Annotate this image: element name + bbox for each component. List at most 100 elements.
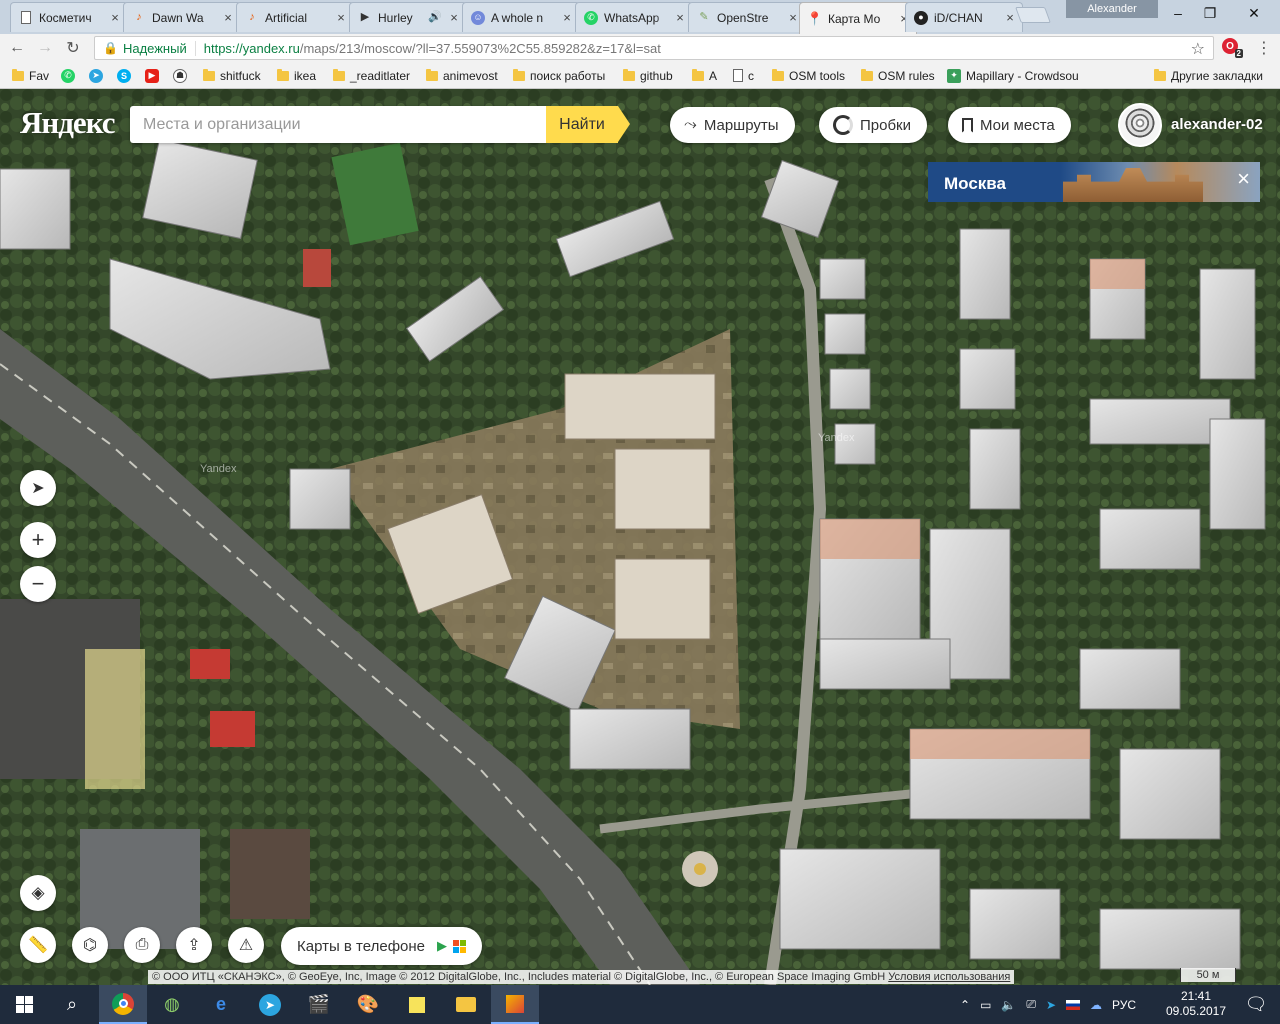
clock[interactable]: 21:41 09.05.2017 <box>1164 989 1228 1019</box>
close-window-button[interactable]: ✕ <box>1234 0 1274 26</box>
tab-1[interactable]: Косметич × <box>10 2 128 32</box>
bookmark-robot[interactable]: ☗ <box>173 67 187 84</box>
yandex-logo[interactable]: Яндекс <box>20 105 116 141</box>
city-card[interactable]: Москва × <box>928 162 1260 202</box>
taskbar-video-editor[interactable]: 🎬 <box>295 985 343 1024</box>
security-label[interactable]: Надежный <box>123 40 196 56</box>
panorama-button[interactable]: ⌬ <box>72 927 108 963</box>
geolocation-button[interactable]: ➤ <box>20 470 56 506</box>
profile-chip[interactable]: Alexander <box>1066 0 1158 18</box>
search-icon: ⌕ <box>66 994 78 1014</box>
user-avatar[interactable] <box>1118 103 1162 147</box>
bookmark-telegram[interactable]: ➤ <box>89 67 103 84</box>
close-icon[interactable]: × <box>787 11 799 24</box>
chevron-up-icon[interactable]: ⌃ <box>960 998 970 1012</box>
close-icon[interactable]: × <box>561 11 573 24</box>
bookmark-folder[interactable]: OSM rules <box>861 67 935 84</box>
terms-link[interactable]: Условия использования <box>888 971 1010 983</box>
close-icon[interactable]: × <box>335 11 347 24</box>
sticky-note-icon <box>409 996 425 1013</box>
taskbar-telegram[interactable]: ➤ <box>246 985 294 1024</box>
bookmark-folder[interactable]: OSM tools <box>772 67 845 84</box>
new-tab-button[interactable] <box>1015 7 1051 23</box>
tab-6[interactable]: ✆ WhatsApp × <box>575 2 693 32</box>
bookmark-skype[interactable]: S <box>117 67 131 84</box>
maximize-button[interactable]: ❐ <box>1190 0 1230 26</box>
print-button[interactable]: ⎙ <box>124 927 160 963</box>
search-taskbar-button[interactable]: ⌕ <box>48 985 96 1024</box>
flag-russia-icon[interactable] <box>1066 999 1081 1010</box>
action-center-button[interactable]: 🗨 <box>1232 985 1280 1024</box>
close-icon[interactable]: × <box>1004 11 1016 24</box>
bookmark-folder[interactable]: github <box>623 67 673 84</box>
tab-4[interactable]: ▶ Hurley 🔊 × <box>349 2 467 32</box>
close-icon[interactable]: × <box>109 11 121 24</box>
cloud-icon[interactable]: ☁ <box>1090 998 1102 1012</box>
bookmark-star-icon[interactable]: ☆ <box>1191 39 1205 59</box>
bookmark-label: c <box>748 68 754 83</box>
taskbar-explorer[interactable] <box>442 985 490 1024</box>
mobile-app-promo[interactable]: Карты в телефоне ▶ <box>281 927 482 965</box>
bookmark-page[interactable]: c <box>733 67 754 84</box>
tab-3[interactable]: ♪ Artificial × <box>236 2 354 32</box>
reload-icon[interactable]: ↻ <box>62 38 84 58</box>
address-bar[interactable]: 🔒 Надежный https://yandex.ru /maps/213/m… <box>94 36 1214 60</box>
menu-dots-icon[interactable]: ⋮ <box>1256 38 1272 58</box>
folder-icon <box>692 68 704 81</box>
search-button[interactable]: Найти <box>546 106 630 143</box>
close-icon[interactable]: × <box>674 11 686 24</box>
zoom-out-button[interactable]: − <box>20 566 56 602</box>
ruler-button[interactable]: 📏 <box>20 927 56 963</box>
username[interactable]: alexander-02 <box>1171 116 1263 133</box>
satellite-map[interactable]: Yandex Yandex Яндекс Найти ⤳ Маршруты Пр… <box>0 89 1280 985</box>
taskbar-notes[interactable] <box>393 985 441 1024</box>
extension-icon[interactable]: O2 <box>1222 38 1243 58</box>
other-bookmarks[interactable]: Другие закладки <box>1154 67 1263 84</box>
network-icon[interactable]: ⎚ <box>1026 997 1036 1012</box>
bookmark-folder[interactable]: ikea <box>277 67 316 84</box>
search-box[interactable] <box>130 106 546 143</box>
tab-8-active[interactable]: 📍 Карта Мо × <box>799 2 917 34</box>
tab-9[interactable]: ● iD/CHAN × <box>905 2 1023 32</box>
youtube-icon: ▶ <box>145 68 159 83</box>
bookmark-label: Другие закладки <box>1171 68 1263 83</box>
back-arrow-icon[interactable]: ← <box>6 38 28 58</box>
tab-7[interactable]: ✎ OpenStre × <box>688 2 806 32</box>
taskbar-paint[interactable]: 🎨 <box>344 985 392 1024</box>
share-button[interactable]: ⇪ <box>176 927 212 963</box>
taskbar-app[interactable] <box>491 985 539 1024</box>
routes-button[interactable]: ⤳ Маршруты <box>670 107 795 143</box>
close-icon[interactable]: × <box>448 11 460 24</box>
bookmark-youtube[interactable]: ▶ <box>145 67 159 84</box>
close-icon[interactable]: × <box>222 11 234 24</box>
bookmark-folder[interactable]: _readitlater <box>333 67 410 84</box>
copyright-text: © ООО ИТЦ «СКАНЭКС», © GeoEye, Inc, Imag… <box>152 971 886 983</box>
tab-5[interactable]: ☺ A whole n × <box>462 2 580 32</box>
volume-icon[interactable]: 🔈 <box>1001 998 1016 1012</box>
telegram-tray-icon[interactable]: ➤ <box>1046 998 1056 1012</box>
taskbar-edge[interactable]: e <box>197 985 245 1024</box>
bookmark-folder[interactable]: поиск работы <box>513 67 605 84</box>
bookmark-folder[interactable]: A <box>692 67 717 84</box>
close-icon[interactable]: × <box>1237 168 1250 190</box>
bookmark-mapillary[interactable]: ✦ Mapillary - Crowdsou <box>947 67 1079 84</box>
windows-icon <box>453 939 466 953</box>
search-input[interactable] <box>143 115 546 134</box>
bookmark-folder[interactable]: Fav <box>12 67 49 84</box>
forward-arrow-icon[interactable]: → <box>34 38 56 58</box>
traffic-button[interactable]: Пробки <box>819 107 927 143</box>
layers-button[interactable]: ◈ <box>20 875 56 911</box>
taskbar-globe[interactable]: ◍ <box>148 985 196 1024</box>
bookmark-folder[interactable]: animevost <box>426 67 498 84</box>
bookmark-folder[interactable]: shitfuck <box>203 67 261 84</box>
start-button[interactable] <box>0 985 48 1024</box>
taskbar-chrome[interactable] <box>99 985 147 1024</box>
zoom-in-button[interactable]: + <box>20 522 56 558</box>
language-indicator[interactable]: РУС <box>1112 998 1136 1012</box>
tab-2[interactable]: ♪ Dawn Wa × <box>123 2 241 32</box>
battery-icon[interactable]: ▭ <box>980 998 991 1012</box>
folder-icon <box>1154 68 1166 81</box>
my-places-button[interactable]: Мои места <box>948 107 1071 143</box>
bookmark-whatsapp[interactable]: ✆ <box>61 67 75 84</box>
report-button[interactable]: ⚠ <box>228 927 264 963</box>
